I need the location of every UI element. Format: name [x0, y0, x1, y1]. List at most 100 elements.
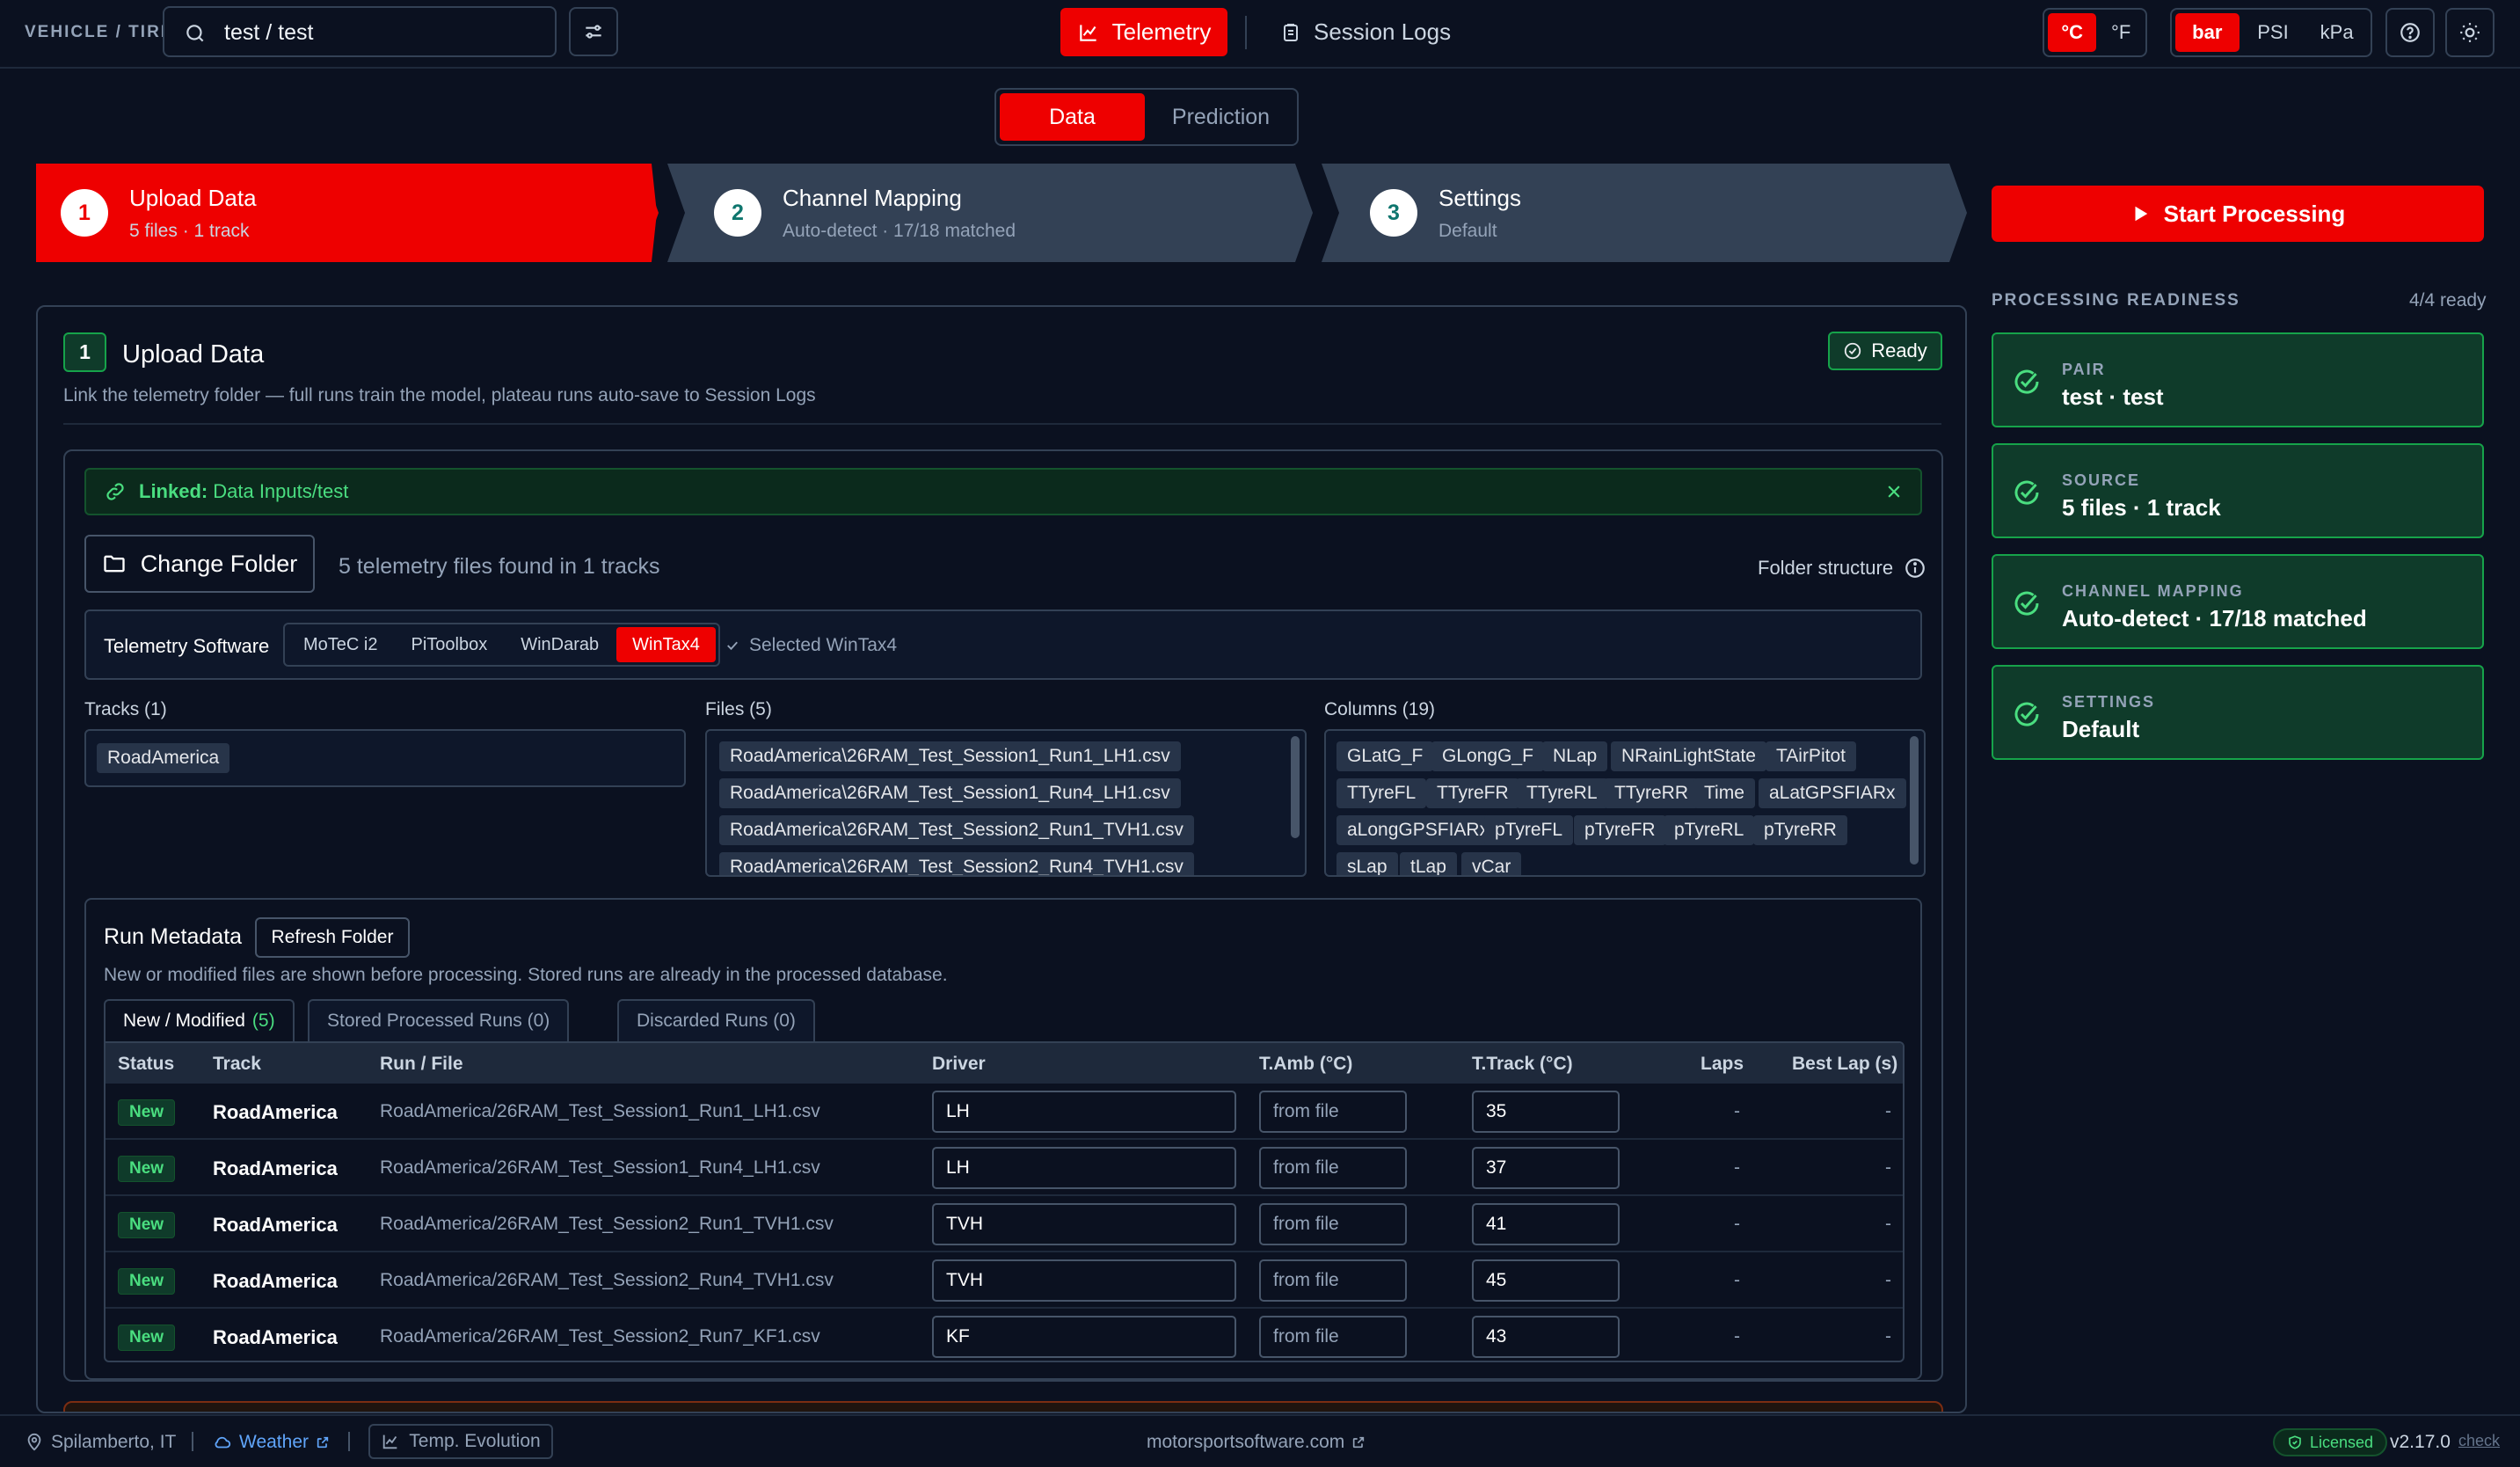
- card-value: 5 files · 1 track: [2062, 494, 2221, 521]
- software-option-motec[interactable]: MoTeC i2: [288, 627, 393, 662]
- step-channel-mapping[interactable]: 2 Channel Mapping Auto-detect · 17/18 ma…: [714, 164, 1016, 262]
- help-button[interactable]: [2385, 8, 2435, 57]
- column-chip: TTyreRL: [1516, 778, 1608, 808]
- tab-discarded-runs[interactable]: Discarded Runs (0): [617, 999, 815, 1041]
- site-label: motorsportsoftware.com: [1147, 1432, 1345, 1452]
- file-chip: RoadAmerica\26RAM_Test_Session1_Run1_LH1…: [719, 741, 1181, 771]
- ttrack-input[interactable]: [1472, 1203, 1620, 1245]
- map-pin-icon: [25, 1433, 44, 1452]
- row-best-lap: -: [1885, 1326, 1891, 1347]
- top-bar: VEHICLE / TIRE Telemetry Session Logs °C…: [0, 0, 2520, 69]
- step-upload-data[interactable]: 1 Upload Data 5 files · 1 track: [61, 164, 257, 262]
- cloud-icon: [213, 1433, 232, 1452]
- ttrack-input[interactable]: [1472, 1316, 1620, 1358]
- step-title: Settings: [1438, 184, 1521, 211]
- table-row: New RoadAmerica RoadAmerica/26RAM_Test_S…: [106, 1251, 1903, 1307]
- pressure-unit-toggle: bar PSI kPa: [2170, 8, 2372, 57]
- column-chip: TTyreFR: [1426, 778, 1519, 808]
- driver-input[interactable]: [932, 1316, 1236, 1358]
- status-badge: New: [118, 1099, 176, 1126]
- clipboard-icon: [1280, 22, 1301, 43]
- tamb-input[interactable]: [1259, 1147, 1407, 1189]
- row-track: RoadAmerica: [213, 1157, 338, 1179]
- software-options: MoTeC i2 PiToolbox WinDarab WinTax4: [283, 623, 720, 667]
- linked-path: Data Inputs/test: [213, 480, 349, 502]
- check-circle-icon: [1843, 341, 1862, 361]
- session-logs-nav-button[interactable]: Session Logs: [1280, 8, 1451, 56]
- software-selected-text: Selected WinTax4: [725, 635, 897, 656]
- unit-celsius[interactable]: °C: [2048, 13, 2097, 52]
- telemetry-label: Telemetry: [1111, 18, 1212, 45]
- ttrack-input[interactable]: [1472, 1147, 1620, 1189]
- driver-input[interactable]: [932, 1259, 1236, 1302]
- files-scrollbar[interactable]: [1291, 736, 1300, 838]
- tab-data[interactable]: Data: [1000, 93, 1145, 141]
- software-option-wintax4[interactable]: WinTax4: [616, 627, 716, 662]
- temp-evolution-button[interactable]: Temp. Evolution: [368, 1424, 553, 1459]
- tamb-input[interactable]: [1259, 1091, 1407, 1133]
- tamb-input[interactable]: [1259, 1203, 1407, 1245]
- column-chip: pTyreRR: [1753, 815, 1847, 845]
- selected-software-label: Selected WinTax4: [749, 635, 898, 655]
- external-link-icon: [1351, 1435, 1366, 1449]
- step-settings[interactable]: 3 Settings Default: [1370, 164, 1521, 262]
- row-best-lap: -: [1885, 1214, 1891, 1234]
- tab-prediction[interactable]: Prediction: [1148, 93, 1293, 141]
- filter-button[interactable]: [569, 7, 618, 56]
- status-badge: New: [118, 1156, 176, 1182]
- step-subtitle: Auto-detect · 17/18 matched: [783, 220, 1016, 241]
- columns-scrollbar[interactable]: [1910, 736, 1919, 865]
- tamb-input[interactable]: [1259, 1259, 1407, 1302]
- start-processing-button[interactable]: Start Processing: [1992, 186, 2484, 242]
- file-chip: RoadAmerica\26RAM_Test_Session1_Run4_LH1…: [719, 778, 1181, 808]
- ttrack-input[interactable]: [1472, 1259, 1620, 1302]
- driver-input[interactable]: [932, 1147, 1236, 1189]
- run-metadata-section: Run Metadata Refresh Folder New or modif…: [84, 898, 1922, 1380]
- table-row: New RoadAmerica RoadAmerica/26RAM_Test_S…: [106, 1307, 1903, 1361]
- column-chip: NRainLightState: [1611, 741, 1766, 771]
- search-input[interactable]: [224, 18, 541, 47]
- unit-psi[interactable]: PSI: [2243, 13, 2304, 52]
- pair-search[interactable]: [163, 6, 557, 57]
- chart-line-icon: [1077, 21, 1100, 44]
- track-chip[interactable]: RoadAmerica: [97, 743, 230, 773]
- site-link[interactable]: motorsportsoftware.com: [1147, 1432, 1366, 1453]
- card-label: PAIR: [2062, 361, 2106, 378]
- start-processing-label: Start Processing: [2163, 200, 2346, 227]
- change-folder-button[interactable]: Change Folder: [84, 535, 315, 593]
- driver-input[interactable]: [932, 1203, 1236, 1245]
- weather-link[interactable]: Weather: [213, 1432, 330, 1453]
- column-chip: aLatGPSFIARx: [1759, 778, 1906, 808]
- unit-bar[interactable]: bar: [2175, 13, 2240, 52]
- col-driver: Driver: [932, 1054, 986, 1074]
- card-value: Default: [2062, 716, 2140, 742]
- software-option-pitoolbox[interactable]: PiToolbox: [395, 627, 503, 662]
- card-value: Auto-detect · 17/18 matched: [2062, 605, 2367, 631]
- page-title: Upload Data: [122, 340, 265, 369]
- close-icon[interactable]: [1885, 483, 1903, 500]
- tamb-input[interactable]: [1259, 1316, 1407, 1358]
- col-laps: Laps: [1701, 1054, 1744, 1074]
- help-icon: [2399, 21, 2422, 44]
- row-file: RoadAmerica/26RAM_Test_Session1_Run4_LH1…: [380, 1157, 820, 1178]
- refresh-folder-button[interactable]: Refresh Folder: [255, 917, 410, 958]
- step-badge: 1: [63, 332, 106, 372]
- software-option-windarab[interactable]: WinDarab: [505, 627, 615, 662]
- licensed-badge: Licensed: [2273, 1428, 2388, 1456]
- tab-label: Stored Processed Runs (0): [327, 1011, 550, 1031]
- theme-button[interactable]: [2445, 8, 2495, 57]
- tab-new-modified[interactable]: New / Modified (5): [104, 999, 295, 1041]
- tab-stored-runs[interactable]: Stored Processed Runs (0): [308, 999, 570, 1041]
- version-label: v2.17.0: [2390, 1432, 2451, 1452]
- column-chip: pTyreRL: [1664, 815, 1755, 845]
- folder-structure-link[interactable]: Folder structure: [1758, 557, 1926, 580]
- unit-fahrenheit[interactable]: °F: [2100, 13, 2142, 52]
- unit-kpa[interactable]: kPa: [2306, 13, 2367, 52]
- check-update-link[interactable]: check: [2458, 1432, 2500, 1450]
- shield-check-icon: [2287, 1434, 2303, 1450]
- driver-input[interactable]: [932, 1091, 1236, 1133]
- row-laps: -: [1734, 1101, 1740, 1121]
- telemetry-nav-button[interactable]: Telemetry: [1060, 8, 1227, 56]
- ttrack-input[interactable]: [1472, 1091, 1620, 1133]
- column-chip: Time: [1693, 778, 1755, 808]
